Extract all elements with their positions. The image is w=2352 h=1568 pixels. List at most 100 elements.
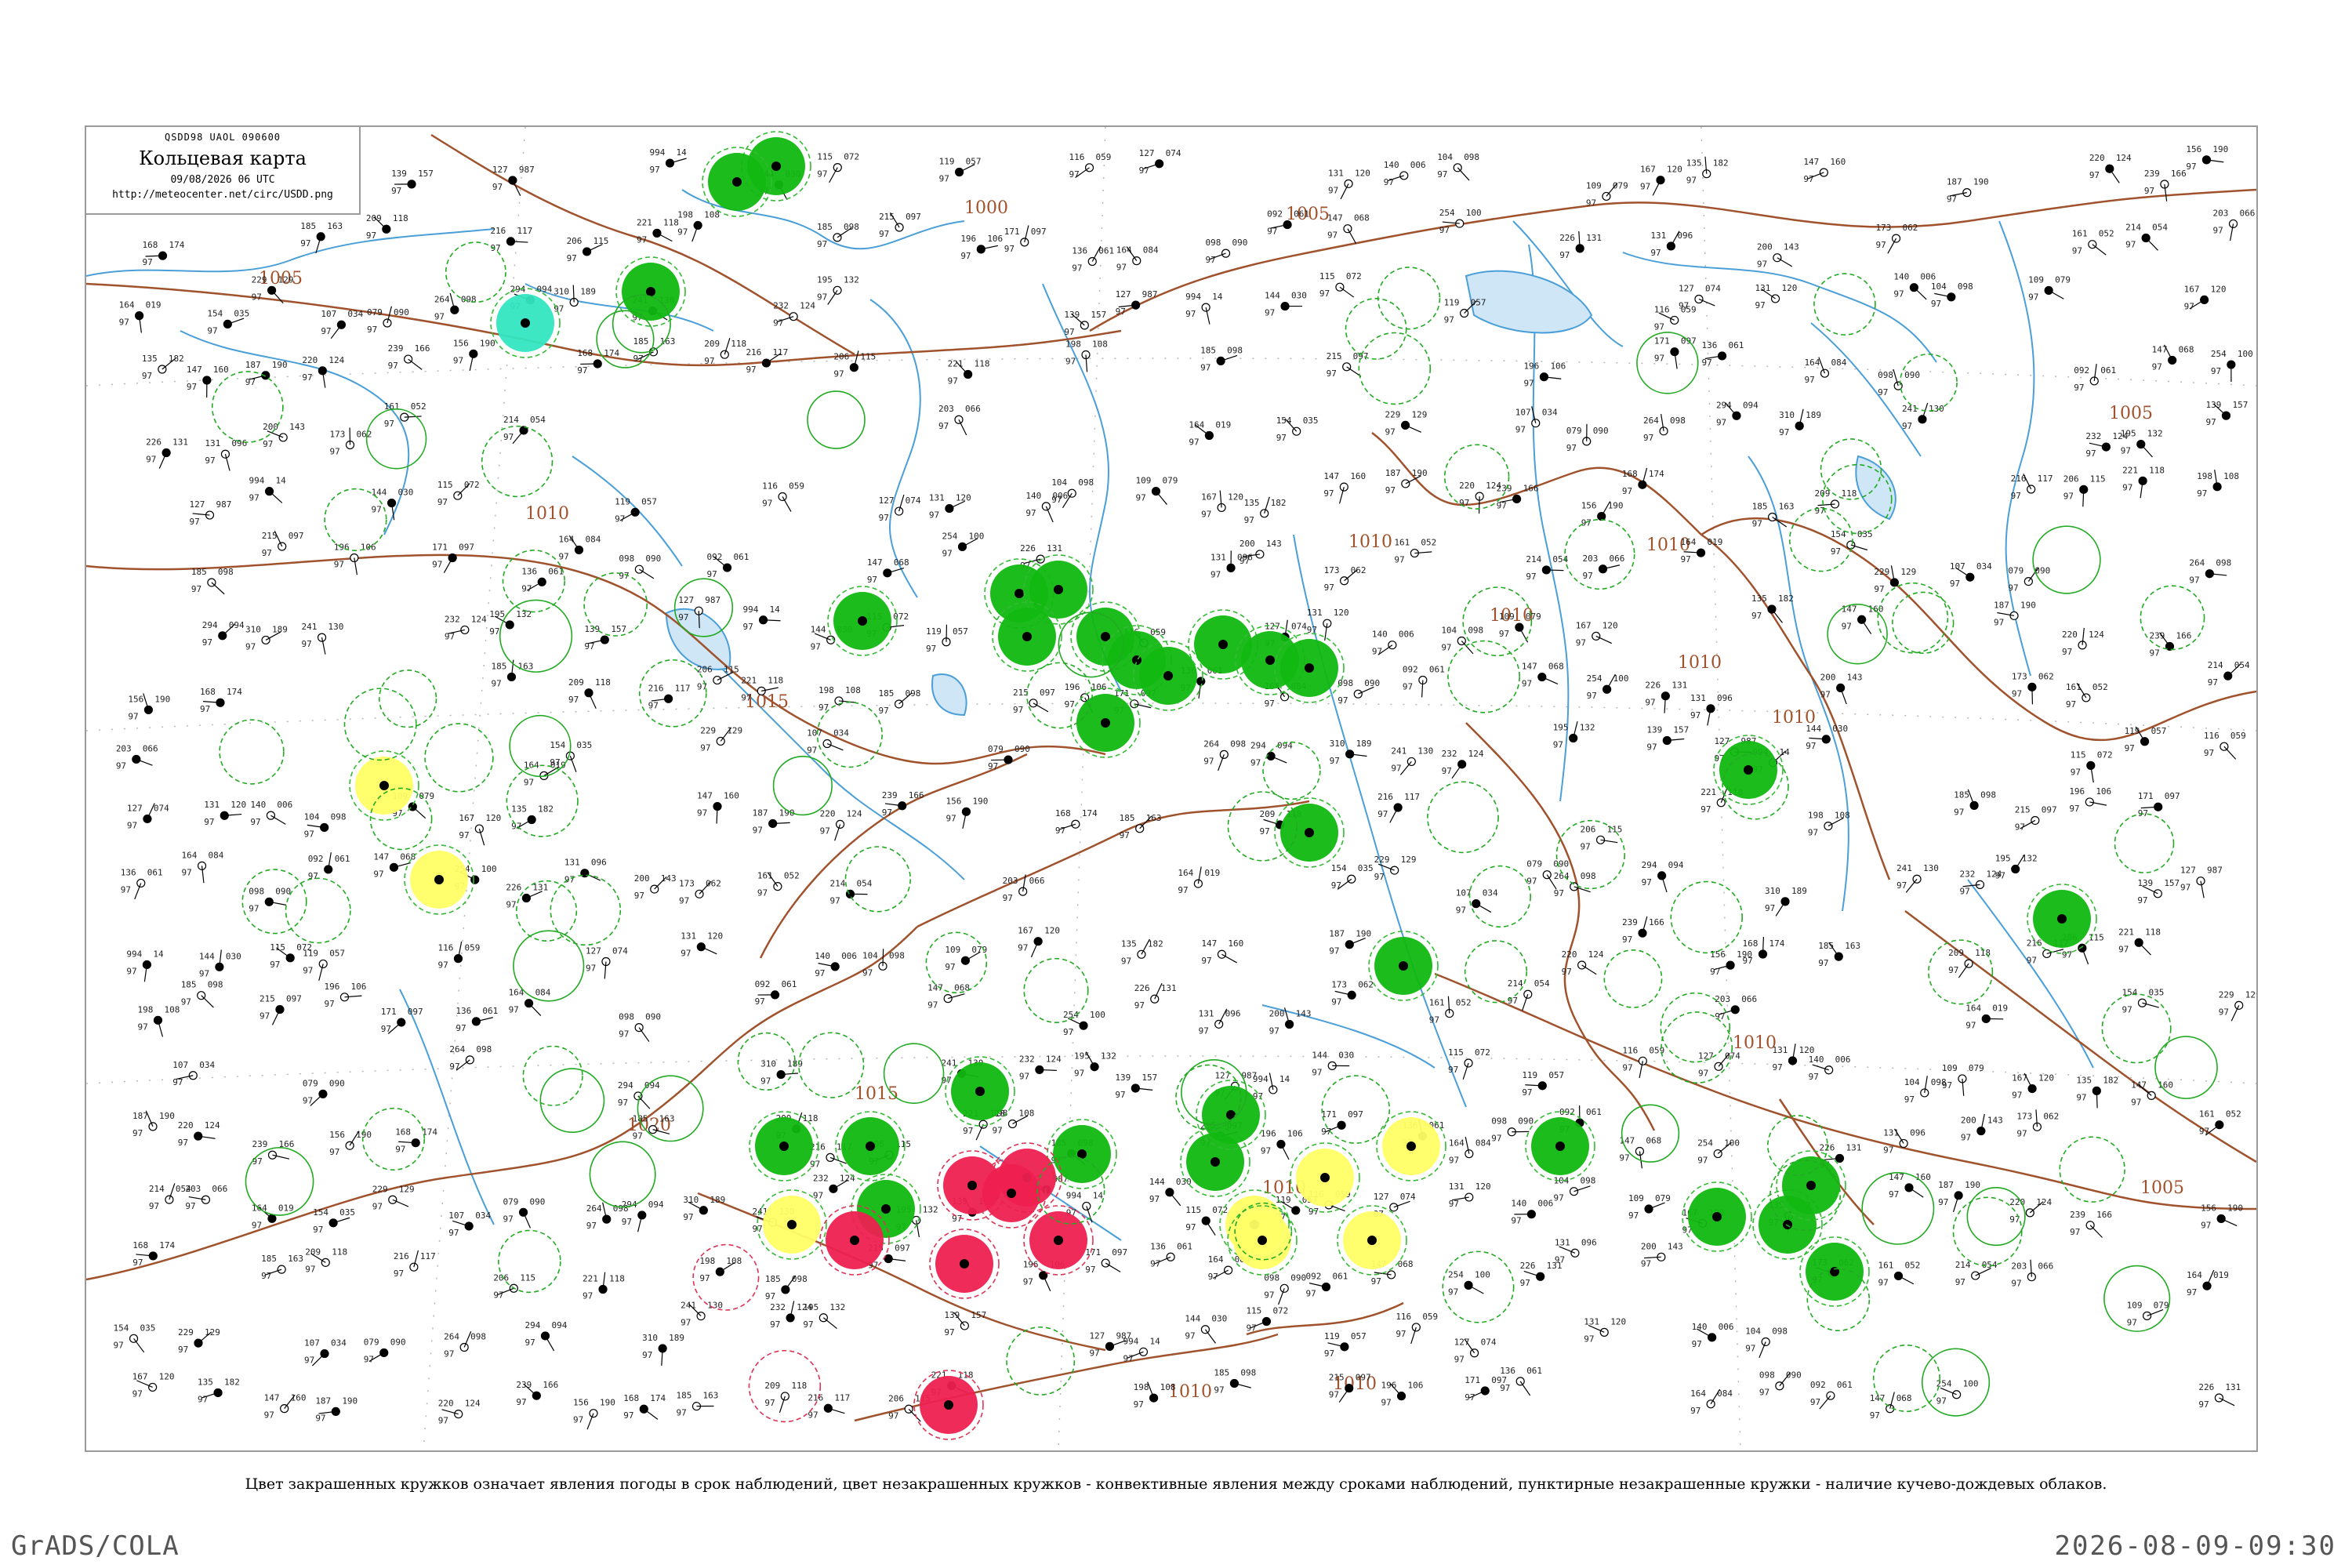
station-temperature: 144	[199, 951, 215, 961]
station-pressure: 035	[140, 1323, 156, 1333]
wind-barb	[958, 419, 967, 436]
station-dewpoint: 97	[586, 964, 596, 974]
station-temperature: 209	[764, 1381, 780, 1391]
station-temperature: 131	[1584, 1316, 1599, 1327]
station-plot: 185 16397	[1120, 813, 1162, 840]
station-dewpoint: 97	[888, 1410, 898, 1421]
station-pressure: 14	[1149, 1336, 1160, 1346]
thunderstorm-marker	[1368, 931, 1439, 1001]
station-pressure: 096	[591, 858, 607, 868]
station-dewpoint: 97	[2062, 647, 2072, 657]
station-pressure: 115	[520, 1272, 535, 1283]
wind-barb	[1581, 964, 1597, 975]
station-temperature: 187	[1994, 600, 2009, 610]
station-dewpoint: 97	[249, 493, 260, 503]
station-pressure: 143	[661, 873, 677, 884]
station-plot: 198 10897	[1808, 811, 1850, 838]
wind-barb	[544, 1335, 555, 1352]
station-dewpoint: 97	[1444, 315, 1454, 325]
station-dewpoint: 97	[1965, 1020, 1976, 1030]
station-plot: 18509897	[1200, 345, 1243, 372]
station-dewpoint: 97	[1244, 515, 1254, 525]
station-dewpoint: 97	[567, 253, 577, 263]
station-pressure: 098	[1670, 416, 1686, 426]
station-dewpoint: 97	[1003, 893, 1013, 903]
station-plot: 220 12497	[302, 355, 345, 388]
station-dewpoint: 97	[1555, 1254, 1565, 1265]
station-pressure: 072	[1272, 1305, 1288, 1316]
station-plot: 14403097	[1312, 1050, 1354, 1077]
station-plot: 11507297	[437, 480, 480, 507]
thunderstorm-marker	[1133, 641, 1203, 711]
station-plot: 22613197	[146, 437, 188, 469]
station-dewpoint: 97	[1329, 946, 1339, 956]
station-pressure: 117	[1404, 792, 1420, 802]
station-temperature: 214	[2208, 660, 2223, 670]
station-plot: 161 05297	[2066, 682, 2108, 710]
station-temperature: 185	[261, 1254, 277, 1264]
station-plot: 264 09897	[444, 1330, 486, 1359]
station-plot: 131 12097	[1449, 1181, 1491, 1209]
station-cloud-circle	[1218, 640, 1228, 649]
station-dewpoint: 97	[521, 583, 532, 593]
station-temperature: 185	[1954, 789, 1969, 800]
station-dewpoint: 97	[765, 1291, 775, 1301]
station-temperature: 229	[700, 725, 716, 735]
convective-ring	[798, 1032, 865, 1098]
thunderstorm-marker	[1274, 797, 1345, 868]
station-temperature: 168	[1622, 469, 1638, 479]
station-dewpoint: 97	[813, 1190, 823, 1200]
thunderstorm-marker	[1682, 1181, 1752, 1252]
station-plot: 239 16697	[388, 343, 430, 371]
station-plot: 168 17497	[395, 1127, 437, 1155]
station-cloud-circle	[470, 875, 480, 884]
wind-barb	[2096, 1091, 2098, 1109]
station-plot: 10907997	[1135, 476, 1178, 505]
station-plot: 098 09097	[1878, 368, 1920, 397]
station-dewpoint: 97	[1942, 1080, 1952, 1091]
station-plot: 13606197	[521, 566, 564, 593]
station-pressure: 084	[209, 850, 224, 860]
wind-barb	[1451, 764, 1463, 779]
station-dewpoint: 97	[366, 230, 376, 241]
station-cloud-circle	[1163, 671, 1173, 681]
station-plot: 17306297	[679, 878, 721, 906]
station-dewpoint: 97	[2062, 949, 2072, 960]
station-plot: 21509797	[1013, 688, 1055, 715]
station-temperature: 198	[2197, 471, 2212, 481]
station-temperature: 994	[1123, 1336, 1138, 1346]
station-dewpoint: 97	[2186, 162, 2196, 172]
station-temperature: 136	[121, 867, 136, 877]
hail_or_heavy-marker	[976, 1158, 1047, 1229]
station-temperature: 131	[1555, 1237, 1570, 1247]
station-dewpoint: 97	[1121, 956, 1131, 966]
station-temperature: 195	[2121, 429, 2136, 439]
station-pressure: 097	[1353, 351, 1369, 361]
station-dewpoint: 97	[1116, 307, 1126, 317]
station-plot: 161 05297	[2199, 1109, 2241, 1137]
station-pressure: 131	[1586, 233, 1602, 243]
station-dewpoint: 97	[1199, 1025, 1209, 1036]
station-dewpoint: 97	[1134, 1399, 1144, 1410]
station-pressure: 097	[1040, 688, 1055, 698]
station-plot: 18509897	[181, 980, 223, 1008]
hail_or_heavy-marker	[913, 1370, 984, 1440]
station-plot: 198 10897	[818, 685, 861, 713]
station-cloud-circle	[1132, 256, 1142, 266]
station-dewpoint: 97	[119, 318, 129, 328]
station-temperature: 216	[746, 347, 761, 358]
station-dewpoint: 97	[637, 234, 647, 245]
synoptic-map: 1005 1005 1005 1005 1010 1010 1010 1010 1010 1010…	[85, 125, 2258, 1452]
station-pressure: 100	[1963, 1379, 1979, 1389]
station-plot: 12798797	[190, 499, 232, 527]
station-temperature: 185	[491, 661, 506, 671]
station-pressure: 120	[2211, 284, 2227, 294]
station-pressure: 987	[2207, 866, 2223, 876]
station-pressure: 118	[975, 359, 990, 369]
thunderstorm-marker	[1799, 1236, 1870, 1307]
source-url[interactable]: http://meteocenter.net/circ/USDD.png	[86, 189, 359, 201]
station-temperature: 185	[1752, 502, 1768, 512]
station-dewpoint: 97	[1645, 698, 1655, 708]
convective-ring	[343, 688, 417, 761]
station-pressure: 14	[1093, 1190, 1104, 1200]
